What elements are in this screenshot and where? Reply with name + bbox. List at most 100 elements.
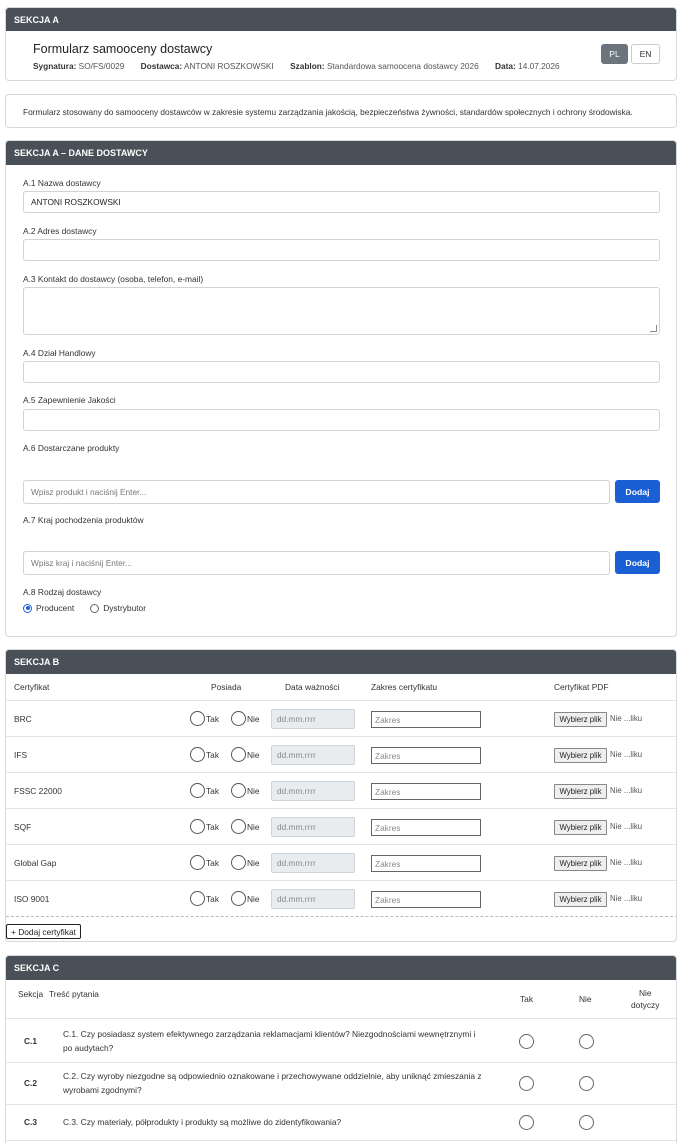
col-question: Treść pytania [49, 989, 99, 999]
has-yes-radio[interactable] [190, 819, 205, 834]
answer-no-radio[interactable] [579, 1076, 594, 1091]
col-pdf: Certyfikat PDF [554, 682, 609, 692]
has-no-radio[interactable] [231, 783, 246, 798]
producer-radio[interactable] [23, 603, 32, 613]
answer-no-radio[interactable] [579, 1033, 594, 1049]
expiry-date-input[interactable]: dd.mm.rrrr [271, 709, 355, 729]
certificate-name: BRC [14, 714, 32, 724]
col-has: Posiada [211, 682, 242, 692]
expiry-date-input[interactable]: dd.mm.rrrr [271, 781, 355, 801]
products-input[interactable]: Wpisz produkt i naciśnij Enter... [23, 480, 610, 504]
col-certificate: Certyfikat [14, 682, 50, 692]
meta-label: Dostawca: [140, 61, 183, 71]
answer-yes-radio[interactable] [519, 1076, 534, 1091]
no-label: Nie [247, 894, 260, 904]
add-certificate-button[interactable]: + Dodaj certyfikat [6, 924, 81, 939]
file-status: Nie ...liku [610, 822, 643, 831]
yes-label: Tak [206, 894, 220, 904]
a8-label: A.8 Rodzaj dostawcy [23, 587, 102, 597]
choose-file-button[interactable]: Wybierz plik [554, 712, 607, 727]
expiry-date-input[interactable]: dd.mm.rrrr [271, 889, 355, 909]
answer-no-radio[interactable] [579, 1115, 594, 1130]
add-product-button[interactable]: Dodaj [615, 480, 660, 503]
divider [6, 880, 676, 881]
expiry-date-input[interactable]: dd.mm.rrrr [271, 853, 355, 873]
choose-file-button[interactable]: Wybierz plik [554, 892, 607, 907]
sales-department-input[interactable] [23, 361, 660, 383]
country-input[interactable]: Wpisz kraj i naciśnij Enter... [23, 551, 610, 575]
has-no-radio[interactable] [231, 747, 246, 762]
distributor-label: Dystrybutor [103, 603, 147, 613]
choose-file-button[interactable]: Wybierz plik [554, 856, 607, 871]
lang-pl-button[interactable]: PL [601, 44, 628, 64]
no-label: Nie [247, 786, 260, 796]
divider [6, 844, 676, 845]
supplier-type-radio-group: Producent Dystrybutor [23, 603, 146, 613]
has-yes-radio[interactable] [190, 711, 205, 726]
meta-label: Data: [495, 61, 516, 71]
quality-assurance-input[interactable] [23, 409, 660, 431]
add-country-button[interactable]: Dodaj [615, 551, 660, 574]
a3-label: A.3 Kontakt do dostawcy (osoba, telefon,… [23, 274, 204, 284]
divider [6, 736, 676, 737]
divider [6, 700, 676, 701]
file-status: Nie ...liku [610, 750, 643, 759]
section-a-card: SEKCJA A – DANE DOSTAWCY A.1 Nazwa dosta… [5, 140, 677, 637]
file-status: Nie ...liku [610, 786, 643, 795]
has-yes-radio[interactable] [190, 783, 205, 798]
a1-label: A.1 Nazwa dostawcy [23, 178, 101, 188]
no-label: Nie [247, 714, 260, 724]
col-na-line2: dotyczy [631, 1000, 660, 1010]
scope-input[interactable]: Zakres [371, 819, 481, 836]
choose-file-button[interactable]: Wybierz plik [554, 784, 607, 799]
section-b-card: SEKCJA B Certyfikat Posiada Data ważnośc… [5, 649, 677, 942]
has-no-radio[interactable] [231, 891, 246, 906]
question-code: C.3 [24, 1117, 38, 1127]
certificate-name: Global Gap [14, 858, 57, 868]
answer-yes-radio[interactable] [519, 1115, 534, 1130]
has-no-radio[interactable] [231, 711, 246, 726]
choose-file-button[interactable]: Wybierz plik [554, 820, 607, 835]
file-status: Nie ...liku [610, 894, 643, 903]
has-yes-radio[interactable] [190, 855, 205, 870]
has-yes-radio[interactable] [190, 891, 205, 906]
expiry-date-input[interactable]: dd.mm.rrrr [271, 817, 355, 837]
scope-input[interactable]: Zakres [371, 855, 481, 872]
scope-input[interactable]: Zakres [371, 783, 481, 800]
question-code: C.2 [24, 1078, 38, 1088]
a5-label: A.5 Zapewnienie Jakości [23, 395, 116, 405]
meta-value: Standardowa samoocena dostawcy 2026 [326, 61, 479, 71]
divider [6, 808, 676, 809]
col-yes: Tak [520, 994, 534, 1004]
section-header: SEKCJA A [6, 8, 676, 31]
supplier-contact-textarea[interactable] [23, 287, 660, 335]
meta-label: Szablon: [290, 61, 325, 71]
a6-label: A.6 Dostarczane produkty [23, 443, 120, 453]
resize-handle-icon[interactable] [650, 325, 657, 332]
supplier-address-input[interactable] [23, 239, 660, 261]
has-yes-radio[interactable] [190, 747, 205, 762]
scope-input[interactable]: Zakres [371, 711, 481, 728]
choose-file-button[interactable]: Wybierz plik [554, 748, 607, 763]
divider [6, 1104, 676, 1105]
scope-input[interactable]: Zakres [371, 891, 481, 908]
yes-label: Tak [206, 786, 220, 796]
answer-yes-radio[interactable] [519, 1033, 534, 1049]
form-meta: Sygnatura: SO/FS/0029 Dostawca: ANTONI R… [33, 61, 560, 71]
section-c-card: SEKCJA C Sekcja Treść pytania Tak Nie Ni… [5, 955, 677, 1143]
certificate-name: IFS [14, 750, 28, 760]
scope-input[interactable]: Zakres [371, 747, 481, 764]
expiry-date-input[interactable]: dd.mm.rrrr [271, 745, 355, 765]
no-label: Nie [247, 858, 260, 868]
certificate-name: FSSC 22000 [14, 786, 62, 796]
distributor-radio[interactable] [90, 603, 100, 613]
yes-label: Tak [206, 858, 220, 868]
lang-en-button[interactable]: EN [631, 44, 660, 64]
has-no-radio[interactable] [231, 819, 246, 834]
supplier-name-input[interactable]: ANTONI ROSZKOWSKI [23, 191, 660, 213]
yes-label: Tak [206, 750, 220, 760]
has-no-radio[interactable] [231, 855, 246, 870]
divider [6, 1062, 676, 1063]
no-label: Nie [247, 750, 260, 760]
form-title: Formularz samooceny dostawcy [33, 42, 213, 56]
